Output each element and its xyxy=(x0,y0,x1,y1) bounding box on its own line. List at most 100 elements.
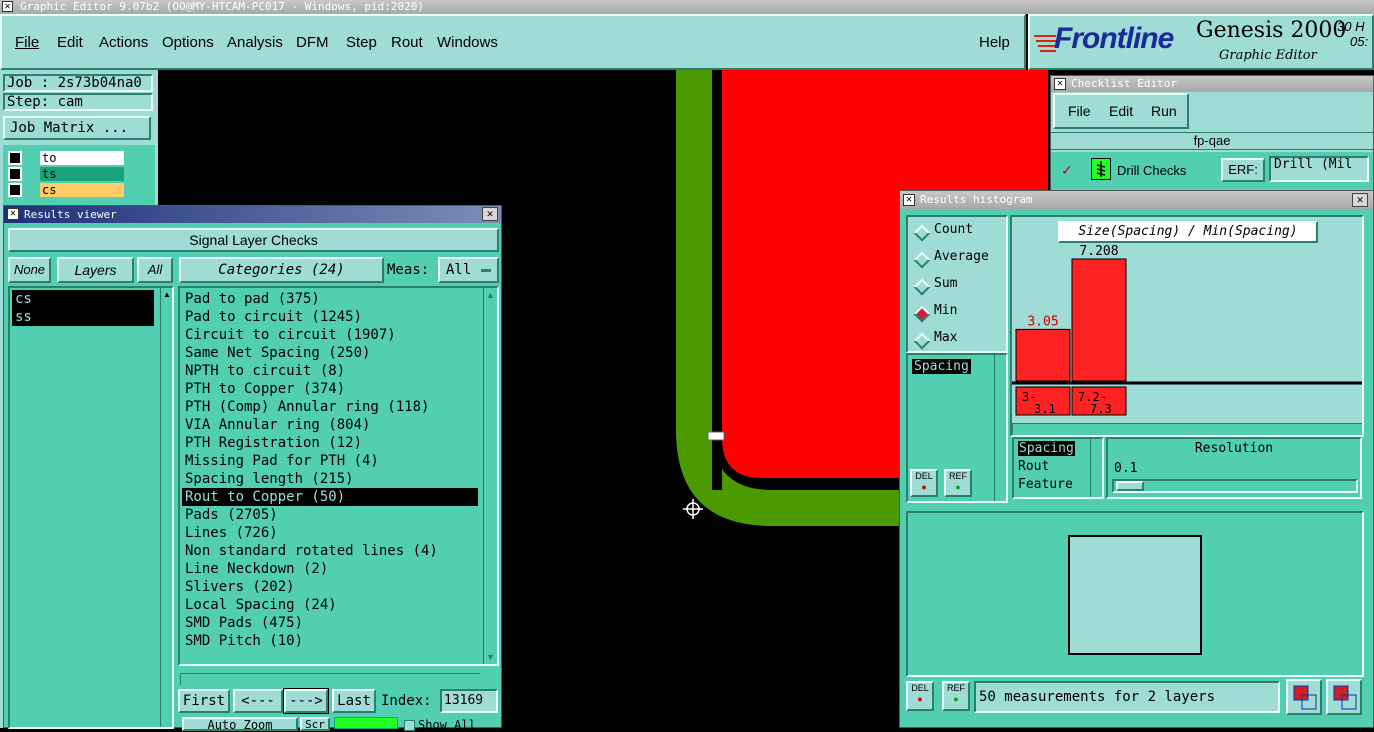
layer-name: cs xyxy=(40,183,124,197)
category-item[interactable]: PTH Registration (12) xyxy=(182,434,478,452)
category-item[interactable]: Local Spacing (24) xyxy=(182,596,478,614)
layers-all-button[interactable]: All xyxy=(137,257,173,283)
results-viewer-menu-icon[interactable]: ✕ xyxy=(7,208,19,220)
category-item[interactable]: PTH (Comp) Annular ring (118) xyxy=(182,398,478,416)
erf-button[interactable]: ERF: xyxy=(1221,158,1265,182)
meas-select[interactable]: All xyxy=(438,257,499,283)
menu-dfm[interactable]: DFM xyxy=(296,34,329,51)
categories-button[interactable]: Categories (24) xyxy=(179,257,384,283)
category-item[interactable]: Rout to Copper (50) xyxy=(182,488,478,506)
menu-file[interactable]: File xyxy=(15,34,39,51)
attribute-item[interactable]: Feature xyxy=(1018,477,1073,492)
mode-radio-min[interactable] xyxy=(913,305,931,323)
category-item[interactable]: Pad to pad (375) xyxy=(182,290,478,308)
category-hscrollbar[interactable] xyxy=(180,673,480,685)
category-list-scrollbar[interactable]: ▲ ▼ xyxy=(483,288,497,664)
category-item[interactable]: SMD Pitch (10) xyxy=(182,632,478,650)
category-item[interactable]: PTH to Copper (374) xyxy=(182,380,478,398)
category-item[interactable]: Line Neckdown (2) xyxy=(182,560,478,578)
mode-radio-count[interactable] xyxy=(913,224,931,242)
measure-list[interactable]: Spacing DEL ● REF ● xyxy=(906,353,1008,503)
show-all-checkbox[interactable] xyxy=(404,720,415,731)
histogram-chart[interactable]: 3.053-3.17.2087.2-7.3 xyxy=(1012,217,1362,435)
checklist-close-icon[interactable]: ✕ xyxy=(1054,78,1066,90)
attribute-scrollbar[interactable] xyxy=(1090,439,1102,497)
layer-result-item[interactable]: cs xyxy=(12,290,154,308)
menu-actions[interactable]: Actions xyxy=(99,34,148,51)
histogram-menu-icon[interactable]: ✕ xyxy=(903,194,915,206)
ref-button[interactable]: REF ● xyxy=(944,469,972,497)
preview-area[interactable] xyxy=(906,511,1364,677)
category-item[interactable]: Circuit to circuit (1907) xyxy=(182,326,478,344)
category-item[interactable]: Spacing length (215) xyxy=(182,470,478,488)
scroll-up-icon[interactable]: ▲ xyxy=(163,290,171,299)
category-item[interactable]: Slivers (202) xyxy=(182,578,478,596)
resolution-slider[interactable] xyxy=(1112,479,1358,493)
first-button[interactable]: First xyxy=(178,689,230,713)
category-list[interactable]: Pad to pad (375) Pad to circuit (1245) Cir… xyxy=(178,286,499,666)
import-icon[interactable] xyxy=(1326,679,1362,715)
checklist-menu-file[interactable]: File xyxy=(1068,103,1091,119)
attribute-list[interactable]: Spacing Rout Feature xyxy=(1012,437,1104,499)
menu-options[interactable]: Options xyxy=(162,34,214,51)
product-name: Genesis 2000 xyxy=(1196,18,1347,43)
category-item[interactable]: Same Net Spacing (250) xyxy=(182,344,478,362)
mode-radio-sum[interactable] xyxy=(913,278,931,296)
measure-item[interactable]: Spacing xyxy=(912,359,971,374)
scroll-up-icon[interactable]: ▲ xyxy=(486,290,495,300)
menu-edit[interactable]: Edit xyxy=(57,34,83,51)
prev-button[interactable]: <--- xyxy=(233,689,283,713)
attribute-item[interactable]: Spacing xyxy=(1018,441,1075,456)
scroll-down-icon[interactable]: ▼ xyxy=(486,652,495,662)
attribute-item[interactable]: Rout xyxy=(1018,459,1049,474)
main-title-bar: ✕ Graphic Editor 9.07b2 (OO@MY-HTCAM-PC0… xyxy=(0,0,1374,14)
measure-scrollbar[interactable] xyxy=(994,355,1006,501)
window-close-icon[interactable]: ✕ xyxy=(2,1,13,12)
category-item[interactable]: Lines (726) xyxy=(182,524,478,542)
layer-list-scrollbar[interactable]: ▲ xyxy=(160,288,172,727)
category-item[interactable]: Pads (2705) xyxy=(182,506,478,524)
layer-result-list[interactable]: cs ss ▲ xyxy=(8,286,174,729)
index-input[interactable]: 13169 xyxy=(440,689,498,713)
layer-checkbox[interactable] xyxy=(8,183,22,197)
chart-hscrollbar[interactable] xyxy=(1012,423,1362,435)
category-item[interactable]: Non standard rotated lines (4) xyxy=(182,542,478,560)
ref-icon: ● xyxy=(953,694,959,704)
job-matrix-button[interactable]: Job Matrix ... xyxy=(3,116,151,140)
auto-zoom-select[interactable]: Auto Zoom xyxy=(182,717,298,731)
menu-help[interactable]: Help xyxy=(979,34,1010,51)
layer-result-item[interactable]: ss xyxy=(12,308,154,326)
layers-none-button[interactable]: None xyxy=(8,257,51,283)
mode-radio-max[interactable] xyxy=(913,332,931,350)
category-item[interactable]: SMD Pads (475) xyxy=(182,614,478,632)
check-mark-icon[interactable]: ✓ xyxy=(1061,162,1073,179)
menu-rout[interactable]: Rout xyxy=(391,34,423,51)
last-button[interactable]: Last xyxy=(332,689,376,713)
checklist-menu-run[interactable]: Run xyxy=(1151,103,1177,119)
del-button[interactable]: DEL ● xyxy=(906,681,934,711)
ref-button[interactable]: REF ● xyxy=(942,681,970,711)
del-button[interactable]: DEL ● xyxy=(910,469,938,497)
layer-checkbox[interactable] xyxy=(8,151,22,165)
category-item[interactable]: VIA Annular ring (804) xyxy=(182,416,478,434)
category-item[interactable]: Missing Pad for PTH (4) xyxy=(182,452,478,470)
erf-value[interactable]: Drill (Mil xyxy=(1269,156,1369,182)
histogram-bar xyxy=(1015,328,1071,382)
layers-button[interactable]: Layers xyxy=(57,257,134,283)
resolution-slider-thumb[interactable] xyxy=(1116,481,1144,491)
category-item[interactable]: Pad to circuit (1245) xyxy=(182,308,478,326)
menu-windows[interactable]: Windows xyxy=(437,34,498,51)
export-icon[interactable] xyxy=(1286,679,1322,715)
histogram-close-icon[interactable]: ✕ xyxy=(1352,193,1368,207)
menu-step[interactable]: Step xyxy=(346,34,377,51)
checklist-menu-edit[interactable]: Edit xyxy=(1109,103,1133,119)
check-name: Drill Checks xyxy=(1117,163,1187,178)
category-item[interactable]: NPTH to circuit (8) xyxy=(182,362,478,380)
mode-radio-average[interactable] xyxy=(913,251,931,269)
scr-button[interactable]: Scr xyxy=(300,717,330,731)
mode-label: Sum xyxy=(934,276,958,291)
results-viewer-close-icon[interactable]: ✕ xyxy=(482,207,498,221)
menu-analysis[interactable]: Analysis xyxy=(227,34,283,51)
layer-checkbox[interactable] xyxy=(8,167,22,181)
next-button[interactable]: ---> xyxy=(283,688,329,714)
